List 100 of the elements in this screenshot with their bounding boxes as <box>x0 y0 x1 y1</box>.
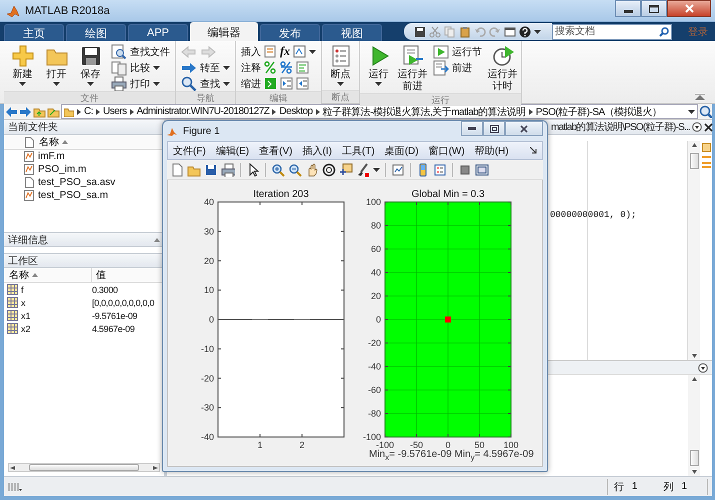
path-segment[interactable]: PSO(粒子群)-SA（模拟退火） <box>536 104 662 118</box>
show-plot-tools-icon[interactable] <box>475 162 489 176</box>
ribbon-button[interactable]: 断点 <box>325 44 356 90</box>
ribbon-tab[interactable]: 发布 <box>260 24 320 41</box>
maximize-button[interactable] <box>483 121 505 136</box>
scroll-arrow-icon[interactable] <box>692 354 696 358</box>
ribbon-button[interactable]: 查找文件 <box>109 44 172 59</box>
zoom-out-icon[interactable] <box>288 162 302 176</box>
menu-item[interactable]: 编辑(E) <box>216 144 250 158</box>
insert-section-icon[interactable] <box>264 45 277 58</box>
ribbon-button[interactable]: 转至 <box>179 60 232 75</box>
clipboard-icon[interactable] <box>459 26 471 38</box>
back-icon[interactable] <box>5 106 18 118</box>
variable-name[interactable]: x1 <box>21 310 31 320</box>
vertical-scrollbar[interactable] <box>688 141 700 360</box>
scroll-arrow-icon[interactable] <box>692 143 696 147</box>
horizontal-scrollbar[interactable] <box>8 463 160 472</box>
data-cursor-icon[interactable] <box>339 162 353 176</box>
scrollbar-thumb[interactable] <box>29 464 139 471</box>
menu-item[interactable]: 窗口(W) <box>428 144 465 158</box>
column-header[interactable]: 名称 <box>39 135 68 149</box>
ribbon-tab[interactable]: APP <box>128 24 188 41</box>
help-icon[interactable] <box>519 26 531 38</box>
close-button[interactable] <box>505 121 543 136</box>
ribbon-tab[interactable]: 编辑器 <box>190 22 258 41</box>
path-field[interactable]: C: Users Administrator.WIN7U-20180127Z Desktop 粒子群算法-模拟退火算法,关于matlab的算法说明 PSO(粒子群)-SA（模拟退火） <box>61 104 698 119</box>
path-segment[interactable]: Desktop <box>279 106 313 117</box>
panel-options-icon[interactable] <box>698 362 708 372</box>
scroll-arrow-icon[interactable] <box>692 470 696 474</box>
path-segment[interactable]: 粒子群算法-模拟退火算法,关于matlab的算法说明 <box>322 104 526 118</box>
close-button[interactable] <box>667 0 711 17</box>
menu-item[interactable]: 查看(V) <box>259 144 292 158</box>
dock-arrow-icon[interactable] <box>530 147 537 154</box>
y-tick-label: -40 <box>368 362 381 372</box>
outdent-icon[interactable] <box>296 77 309 90</box>
panel-options-icon[interactable] <box>692 122 702 132</box>
column-header[interactable]: 名称 <box>4 268 92 282</box>
menu-item[interactable]: 桌面(D) <box>384 144 419 158</box>
ribbon-button[interactable]: 保存 <box>75 44 106 91</box>
file-item[interactable]: test_PSO_sa.m <box>4 189 164 202</box>
wrap-comments-icon[interactable] <box>296 61 309 74</box>
menu-item[interactable]: 工具(T) <box>342 144 375 158</box>
path-segment[interactable]: Users <box>103 106 127 117</box>
scroll-arrow-icon[interactable] <box>10 466 15 470</box>
ribbon-button[interactable]: 运行节 <box>431 44 484 59</box>
indent-icon[interactable] <box>280 77 293 90</box>
linked-plot-icon[interactable] <box>391 162 405 176</box>
ribbon-button[interactable]: 运行并前进 <box>397 44 428 93</box>
brush-icon[interactable] <box>356 162 370 176</box>
rotate-3d-icon[interactable] <box>322 162 336 176</box>
menu-item[interactable]: 文件(F) <box>173 144 206 158</box>
ribbon-tab[interactable]: 视图 <box>322 24 382 41</box>
ribbon-tab[interactable]: 绘图 <box>66 24 126 41</box>
ribbon-tab[interactable]: 主页 <box>4 24 64 41</box>
search-icon[interactable] <box>699 105 712 118</box>
column-header[interactable]: 值 <box>92 268 106 282</box>
legend-icon[interactable] <box>433 162 447 176</box>
scrollbar-thumb[interactable] <box>690 450 698 466</box>
uncomment-icon[interactable] <box>280 61 293 74</box>
variable-name[interactable]: x2 <box>21 324 31 334</box>
browse-folder-icon[interactable] <box>47 106 60 118</box>
ribbon-button[interactable]: 前进 <box>431 60 484 75</box>
function-browser-icon[interactable] <box>293 45 306 58</box>
close-icon[interactable] <box>704 122 713 132</box>
file-item[interactable]: test_PSO_sa.asv <box>4 176 164 189</box>
variable-name[interactable]: x <box>21 298 26 308</box>
menu-item[interactable]: 插入(I) <box>302 144 332 158</box>
folder-up-icon[interactable] <box>33 106 46 118</box>
minimize-button[interactable] <box>461 121 483 136</box>
ribbon-button[interactable]: 运行并计时 <box>487 44 518 93</box>
variable-value: [0,0,0,0,0,0,0,0,0 <box>92 298 154 308</box>
vertical-scrollbar[interactable] <box>688 375 700 476</box>
hide-plot-tools-icon[interactable] <box>458 162 472 176</box>
path-segment[interactable]: Administrator.WIN7U-20180127Z <box>136 106 270 117</box>
ribbon-button[interactable]: 打开 <box>41 44 72 91</box>
minimize-button[interactable] <box>615 0 641 17</box>
collapse-ribbon-icon[interactable] <box>695 94 705 100</box>
ribbon-button[interactable]: 查找 <box>179 76 232 91</box>
maximize-button[interactable] <box>641 0 667 17</box>
file-item[interactable]: PSO_im.m <box>4 163 164 176</box>
variable-name[interactable]: f <box>21 284 24 294</box>
ribbon-button[interactable]: 运行 <box>363 44 394 93</box>
forward-icon[interactable] <box>19 106 32 118</box>
printer-icon[interactable] <box>221 162 235 176</box>
x-tick-label: 100 <box>503 440 519 448</box>
zoom-in-icon[interactable] <box>271 162 285 176</box>
insert-function-button[interactable]: fx <box>280 44 290 59</box>
ribbon-button[interactable]: 比较 <box>109 60 172 75</box>
scrollbar-thumb[interactable] <box>690 153 698 169</box>
grip-icon[interactable] <box>8 482 22 492</box>
scroll-arrow-icon[interactable] <box>692 377 696 381</box>
scroll-arrow-icon[interactable] <box>153 466 158 470</box>
windows-icon[interactable] <box>504 26 516 38</box>
ribbon-button[interactable]: 新建 <box>7 44 38 91</box>
file-item[interactable]: imF.m <box>4 150 164 163</box>
menu-item[interactable]: 帮助(H) <box>474 144 509 158</box>
new-file-icon[interactable] <box>170 162 184 176</box>
path-segment[interactable]: C: <box>84 106 93 117</box>
search-field[interactable]: 搜索文档 <box>552 24 672 40</box>
expand-icon[interactable] <box>154 238 160 242</box>
